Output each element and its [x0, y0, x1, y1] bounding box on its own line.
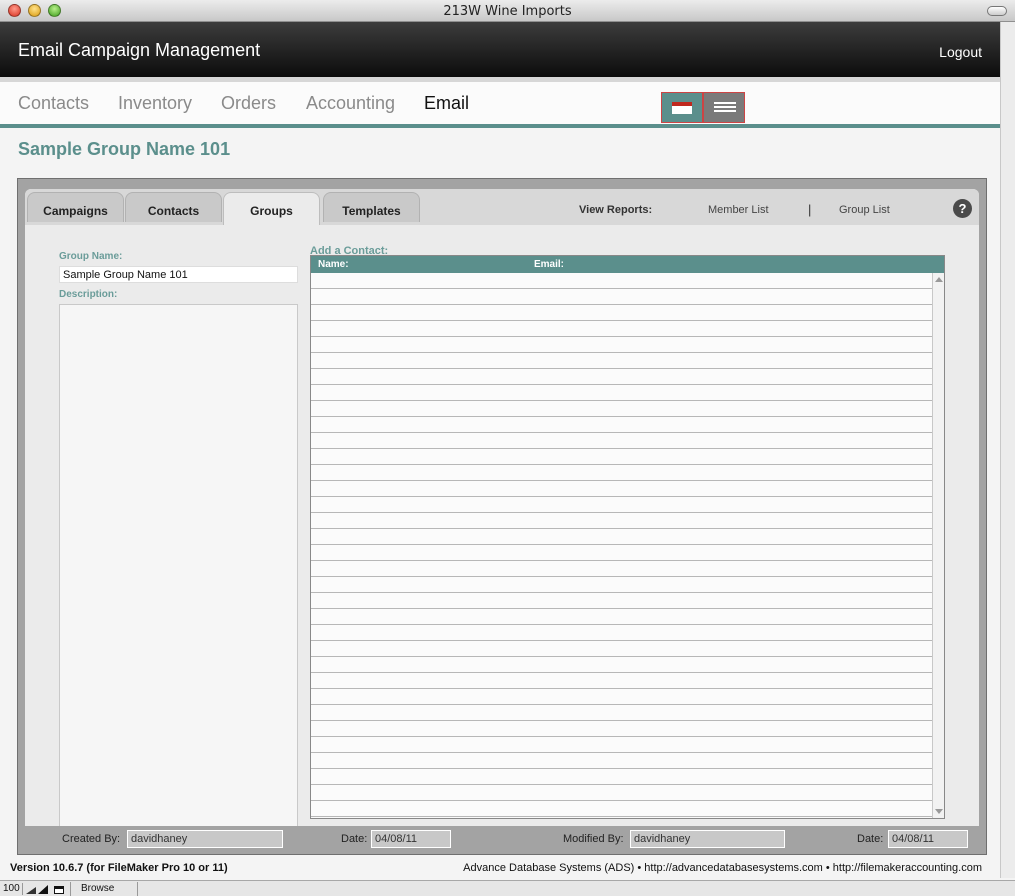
- table-row[interactable]: [311, 801, 932, 817]
- app-title: Email Campaign Management: [18, 40, 261, 60]
- table-row[interactable]: [311, 737, 932, 753]
- table-row[interactable]: [311, 673, 932, 689]
- table-row[interactable]: [311, 321, 932, 337]
- nav-item-contacts[interactable]: Contacts: [18, 93, 89, 114]
- list-view-icon: [714, 102, 736, 114]
- tab-contacts[interactable]: Contacts: [125, 192, 222, 222]
- table-row[interactable]: [311, 481, 932, 497]
- member-list-link[interactable]: Member List: [708, 204, 769, 216]
- nav-item-email[interactable]: Email: [424, 93, 469, 114]
- zoom-in-icon[interactable]: [38, 885, 48, 894]
- table-row[interactable]: [311, 561, 932, 577]
- contacts-table: Name: Email:: [310, 255, 945, 819]
- nav-item-inventory[interactable]: Inventory: [118, 93, 192, 114]
- mode-selector[interactable]: Browse: [70, 882, 138, 896]
- app-header: Email Campaign Management Logout: [0, 22, 1015, 77]
- table-scrollbar[interactable]: [932, 273, 944, 818]
- table-row[interactable]: [311, 625, 932, 641]
- table-row[interactable]: [311, 337, 932, 353]
- table-row[interactable]: [311, 305, 932, 321]
- report-separator: |: [808, 202, 812, 217]
- table-row[interactable]: [311, 417, 932, 433]
- created-date-label: Date:: [341, 833, 368, 845]
- table-row[interactable]: [311, 705, 932, 721]
- table-row[interactable]: [311, 385, 932, 401]
- toolbar-toggle-button[interactable]: [987, 6, 1007, 16]
- nav-divider: [0, 124, 1000, 128]
- version-text: Version 10.6.7 (for FileMaker Pro 10 or …: [10, 862, 228, 874]
- group-name-label: Group Name:: [59, 251, 123, 262]
- table-row[interactable]: [311, 529, 932, 545]
- panel-body: Campaigns Contacts Groups Templates View…: [25, 189, 979, 830]
- table-row[interactable]: [311, 593, 932, 609]
- table-row[interactable]: [311, 353, 932, 369]
- table-row[interactable]: [311, 721, 932, 737]
- column-header-name: Name:: [318, 259, 349, 270]
- form-view-button[interactable]: [661, 92, 703, 123]
- table-row[interactable]: [311, 609, 932, 625]
- window-title: 213W Wine Imports: [443, 4, 572, 19]
- table-row[interactable]: [311, 497, 932, 513]
- window-scrollbar[interactable]: [1000, 22, 1015, 878]
- zoom-controls: [22, 883, 68, 895]
- tab-groups[interactable]: Groups: [223, 192, 320, 225]
- description-label: Description:: [59, 289, 118, 300]
- credits-text: Advance Database Systems (ADS) • http://…: [463, 862, 982, 874]
- description-field[interactable]: [59, 304, 298, 830]
- form-view-icon: [672, 102, 692, 114]
- modified-by-label: Modified By:: [563, 833, 624, 845]
- help-icon[interactable]: ?: [953, 199, 972, 218]
- toggle-status-area-icon[interactable]: [54, 886, 64, 894]
- tab-bar: Campaigns Contacts Groups Templates View…: [25, 189, 979, 225]
- table-row[interactable]: [311, 401, 932, 417]
- table-row[interactable]: [311, 769, 932, 785]
- group-list-link[interactable]: Group List: [839, 204, 890, 216]
- logout-link[interactable]: Logout: [939, 44, 982, 60]
- table-row[interactable]: [311, 273, 932, 289]
- group-name-field[interactable]: Sample Group Name 101: [59, 266, 298, 283]
- table-row[interactable]: [311, 577, 932, 593]
- table-row[interactable]: [311, 289, 932, 305]
- tab-templates[interactable]: Templates: [323, 192, 420, 222]
- table-row[interactable]: [311, 689, 932, 705]
- table-row[interactable]: [311, 513, 932, 529]
- modified-date-label: Date:: [857, 833, 884, 845]
- record-meta-bar: Created By: davidhaney Date: 04/08/11 Mo…: [25, 826, 979, 852]
- table-row[interactable]: [311, 433, 932, 449]
- group-panel: Campaigns Contacts Groups Templates View…: [17, 178, 987, 855]
- main-nav: Contacts Inventory Orders Accounting Ema…: [0, 82, 1000, 124]
- zoom-level[interactable]: 100: [3, 883, 20, 894]
- table-row[interactable]: [311, 753, 932, 769]
- nav-item-orders[interactable]: Orders: [221, 93, 276, 114]
- table-row[interactable]: [311, 545, 932, 561]
- created-date-field: 04/08/11: [371, 830, 451, 848]
- scroll-down-icon[interactable]: [935, 809, 943, 814]
- table-row[interactable]: [311, 641, 932, 657]
- view-reports-label: View Reports:: [579, 204, 653, 216]
- zoom-out-icon[interactable]: [26, 887, 36, 894]
- page-title: Sample Group Name 101: [18, 139, 231, 159]
- list-view-button[interactable]: [703, 92, 745, 123]
- tab-campaigns[interactable]: Campaigns: [27, 192, 124, 222]
- nav-item-accounting[interactable]: Accounting: [306, 93, 395, 114]
- created-by-field: davidhaney: [127, 830, 283, 848]
- status-bar: 100 Browse: [0, 880, 1015, 896]
- table-row[interactable]: [311, 465, 932, 481]
- table-row[interactable]: [311, 449, 932, 465]
- table-row[interactable]: [311, 657, 932, 673]
- title-bar: 213W Wine Imports: [0, 0, 1015, 22]
- table-rows: [311, 273, 932, 818]
- modified-by-field: davidhaney: [630, 830, 785, 848]
- table-row[interactable]: [311, 369, 932, 385]
- created-by-label: Created By:: [62, 833, 121, 845]
- table-header: Name: Email:: [311, 256, 944, 273]
- table-row[interactable]: [311, 785, 932, 801]
- app-window: 213W Wine Imports Email Campaign Managem…: [0, 0, 1015, 896]
- scroll-up-icon[interactable]: [935, 277, 943, 282]
- modified-date-field: 04/08/11: [888, 830, 968, 848]
- column-header-email: Email:: [534, 259, 565, 270]
